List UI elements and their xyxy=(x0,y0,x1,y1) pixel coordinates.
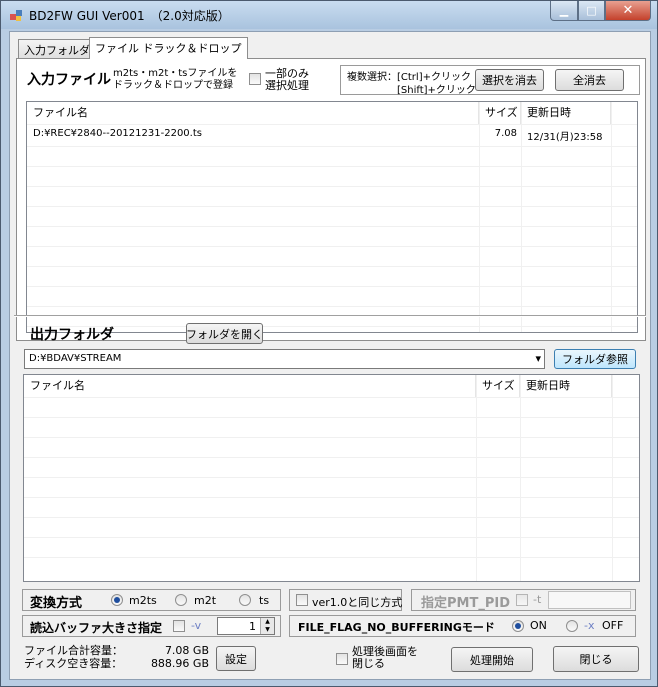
spin-down-icon[interactable]: ▼ xyxy=(260,626,274,634)
open-folder-button[interactable]: フォルダを開く xyxy=(186,323,263,344)
output-col-size[interactable]: サイズ xyxy=(476,375,520,397)
free-space-value: 888.96 GB xyxy=(150,657,209,670)
multi-select-line2: [Shift]+クリック xyxy=(397,85,476,96)
radio-off-label: OFF xyxy=(602,619,624,632)
drop-hint-line1: m2ts・m2t・tsファイルを xyxy=(113,68,238,79)
pmt-pid-box: 指定PMT_PID -t xyxy=(411,589,636,611)
buffer-size-checkbox[interactable] xyxy=(173,620,185,632)
capacity-values: 7.08 GB 888.96 GB xyxy=(134,644,209,670)
free-space-label: ディスク空き容量： xyxy=(24,657,123,670)
output-folder-heading: 出力フォルダ xyxy=(30,327,114,343)
input-col-date[interactable]: 更新日時 xyxy=(521,102,611,124)
close-after-line2: 閉じる xyxy=(352,657,385,670)
close-button[interactable]: 閉じる xyxy=(553,646,639,672)
row-filename: D:¥REC¥2840--20121231-2200.ts xyxy=(33,128,202,139)
radio-ts[interactable] xyxy=(239,594,251,606)
partial-process-checkbox[interactable] xyxy=(249,73,261,85)
output-file-list[interactable]: ファイル名 サイズ 更新日時 xyxy=(23,374,640,582)
minimize-icon: ▁ xyxy=(559,4,569,17)
title-bar[interactable]: BD2FW GUI Ver001 （2.0対応版） ▁ □ ✕ xyxy=(1,1,657,29)
pmt-pid-input[interactable] xyxy=(548,591,631,609)
close-window-button[interactable]: ✕ xyxy=(605,1,651,21)
no-buffering-box: FILE_FLAG_NO_BUFFERINGモード ON -x OFF xyxy=(289,615,636,637)
clear-all-button[interactable]: 全消去 xyxy=(555,69,624,91)
drop-hint: m2ts・m2t・tsファイルを ドラック＆ドロップで登録 xyxy=(113,68,237,92)
output-col-date[interactable]: 更新日時 xyxy=(520,375,612,397)
start-processing-button[interactable]: 処理開始 xyxy=(451,647,533,672)
partial-process-line2: 選択処理 xyxy=(265,79,309,92)
radio-m2ts[interactable] xyxy=(111,594,123,606)
maximize-button[interactable]: □ xyxy=(578,1,605,21)
output-path-combo[interactable]: D:¥BDAV¥STREAM ▾ xyxy=(24,349,545,369)
window-title: BD2FW GUI Ver001 （2.0対応版） xyxy=(29,9,230,23)
input-col-size[interactable]: サイズ xyxy=(479,102,521,124)
drop-hint-line2: ドラック＆ドロップで登録 xyxy=(113,80,233,91)
pmt-pid-checkbox[interactable] xyxy=(516,594,528,606)
input-file-list[interactable]: ファイル名 サイズ 更新日時 D:¥REC¥2840--20121231-220… xyxy=(26,101,638,333)
radio-on-label: ON xyxy=(530,619,547,632)
tab-input-folder[interactable]: 入力フォルダ xyxy=(18,39,96,59)
v10-box: ver1.0と同じ方式 xyxy=(289,589,402,611)
settings-button[interactable]: 設定 xyxy=(216,646,256,671)
pmt-pid-flag: -t xyxy=(533,593,542,606)
partial-process-label: 一部のみ 選択処理 xyxy=(265,68,309,92)
buffer-size-value: 1 xyxy=(249,620,256,633)
pmt-pid-label: 指定PMT_PID xyxy=(421,596,510,611)
v10-checkbox[interactable] xyxy=(296,594,308,606)
radio-off-flag: -x xyxy=(584,619,595,632)
radio-ts-label: ts xyxy=(259,594,270,607)
input-col-filename[interactable]: ファイル名 xyxy=(27,102,479,124)
capacity-labels: ファイル合計容量： ディスク空き容量： xyxy=(24,644,123,670)
dropdown-arrow-icon[interactable]: ▾ xyxy=(535,352,541,365)
no-buffering-label: FILE_FLAG_NO_BUFFERINGモード xyxy=(298,621,495,634)
browse-folder-button[interactable]: フォルダ参照 xyxy=(554,349,636,369)
buffer-size-spinner[interactable]: 1 ▲ ▼ xyxy=(217,617,275,635)
radio-no-buffering-on[interactable] xyxy=(512,620,524,632)
radio-m2t-label: m2t xyxy=(194,594,217,607)
close-after-label: 処理後画面を 閉じる xyxy=(352,646,418,670)
row-size: 7.08 xyxy=(494,128,517,139)
main-window: BD2FW GUI Ver001 （2.0対応版） ▁ □ ✕ 入力フォルダ フ… xyxy=(0,0,658,687)
tab-panel: 入力ファイル m2ts・m2t・tsファイルを ドラック＆ドロップで登録 一部の… xyxy=(16,58,646,341)
multi-select-box: 複数選択：[Ctrl]+クリック [Shift]+クリック 選択を消去 全消去 xyxy=(340,65,640,96)
v10-label: ver1.0と同じ方式 xyxy=(312,596,403,609)
client-area: 入力フォルダ ファイル ドラック＆ドロップ 入力ファイル m2ts・m2t・ts… xyxy=(9,31,651,680)
conversion-label: 変換方式 xyxy=(30,596,83,611)
output-col-filename[interactable]: ファイル名 xyxy=(24,375,476,397)
tab-file-drag-drop[interactable]: ファイル ドラック＆ドロップ xyxy=(89,37,248,59)
radio-no-buffering-off[interactable] xyxy=(566,620,578,632)
row-date: 12/31(月)23:58 xyxy=(527,132,603,143)
app-icon xyxy=(10,10,22,21)
radio-m2t[interactable] xyxy=(175,594,187,606)
total-size-label: ファイル合計容量： xyxy=(24,644,123,657)
close-after-checkbox[interactable] xyxy=(336,653,348,665)
clear-selection-button[interactable]: 選択を消去 xyxy=(475,69,544,91)
table-row[interactable]: D:¥REC¥2840--20121231-2200.ts 7.08 12/31… xyxy=(27,128,637,144)
total-size-value: 7.08 GB xyxy=(164,644,209,657)
buffer-size-box: 読込バッファ大きさ指定 -v 1 ▲ ▼ xyxy=(22,615,281,637)
minimize-button[interactable]: ▁ xyxy=(550,1,578,21)
radio-m2ts-label: m2ts xyxy=(129,594,157,607)
spin-up-icon[interactable]: ▲ xyxy=(260,618,274,626)
maximize-icon: □ xyxy=(586,4,597,17)
section-divider xyxy=(14,315,646,317)
conversion-method-box: 変換方式 m2ts m2t ts xyxy=(22,589,281,611)
buffer-size-flag: -v xyxy=(191,619,202,632)
input-files-heading: 入力ファイル xyxy=(27,72,111,88)
buffer-size-label: 読込バッファ大きさ指定 xyxy=(30,621,163,635)
close-icon: ✕ xyxy=(622,3,634,18)
output-path-value: D:¥BDAV¥STREAM xyxy=(29,353,122,364)
